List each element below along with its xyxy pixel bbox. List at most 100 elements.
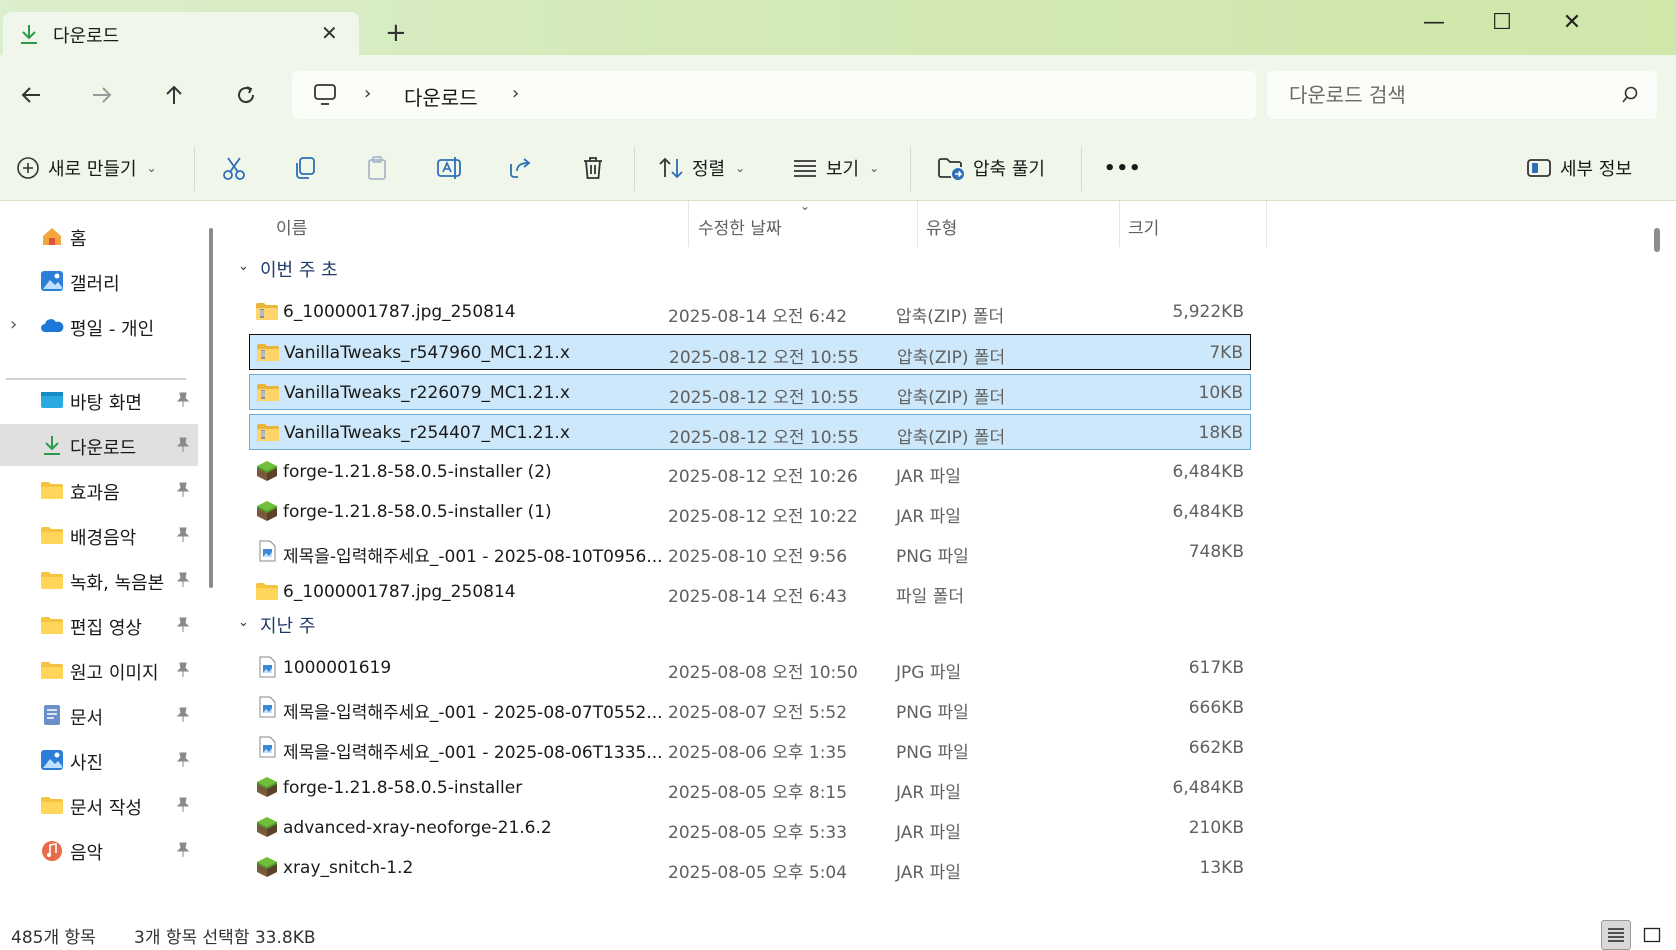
pin-icon[interactable]: [176, 437, 190, 453]
file-name: 제목을-입력해주세요_-001 - 2025-08-07T0552...: [283, 703, 663, 723]
sidebar-item-pictures[interactable]: 사진: [0, 739, 198, 781]
tab-close-icon[interactable]: ✕: [321, 21, 338, 45]
view-button[interactable]: 보기 ⌄: [792, 151, 879, 185]
column-type[interactable]: 유형: [926, 214, 957, 239]
file-row[interactable]: advanced-xray-neoforge-21.6.2 2025-08-05…: [249, 810, 1251, 846]
cut-button[interactable]: [221, 151, 247, 185]
new-button[interactable]: 새로 만들기 ⌄: [16, 151, 157, 185]
pin-icon[interactable]: [176, 797, 190, 813]
details-button[interactable]: 세부 정보: [1526, 151, 1632, 185]
sidebar-item-downloads[interactable]: 다운로드: [0, 424, 198, 466]
share-button[interactable]: [508, 151, 534, 185]
sidebar-item-onedrive[interactable]: › 평일 - 개인: [0, 305, 198, 347]
paste-button[interactable]: [364, 151, 390, 185]
sidebar-scrollbar[interactable]: [209, 228, 213, 588]
breadcrumb-downloads[interactable]: 다운로드: [404, 82, 478, 111]
file-row-selected[interactable]: VanillaTweaks_r547960_MC1.21.x 2025-08-1…: [249, 334, 1251, 370]
group-header-last-week[interactable]: ⌄ 지난 주: [226, 607, 626, 641]
expand-chevron-icon[interactable]: ›: [10, 314, 17, 335]
address-bar[interactable]: › 다운로드 ›: [292, 71, 1256, 119]
pin-icon[interactable]: [176, 842, 190, 858]
sidebar-item-sound-effects[interactable]: 효과음: [0, 469, 198, 511]
sidebar-item-music[interactable]: 음악: [0, 829, 198, 871]
file-type: PNG 파일: [896, 547, 969, 567]
pin-icon[interactable]: [176, 707, 190, 723]
more-options-button[interactable]: •••: [1104, 151, 1142, 185]
file-row[interactable]: forge-1.21.8-58.0.5-installer (2) 2025-0…: [249, 454, 1251, 490]
zip-folder-icon: [256, 303, 278, 320]
column-divider[interactable]: [1266, 201, 1267, 247]
pin-icon[interactable]: [176, 617, 190, 633]
copy-button[interactable]: [292, 151, 318, 185]
file-row[interactable]: 제목을-입력해주세요_-001 - 2025-08-07T0552... 202…: [249, 690, 1251, 726]
sidebar-item-label: 녹화, 녹음본: [70, 573, 165, 594]
search-icon[interactable]: [1621, 86, 1639, 104]
new-label: 새로 만들기: [48, 159, 137, 180]
column-divider[interactable]: [1119, 201, 1120, 247]
zip-folder-icon: [257, 424, 279, 441]
column-divider[interactable]: [917, 201, 918, 247]
sidebar-item-writing[interactable]: 문서 작성: [0, 784, 198, 826]
extract-all-button[interactable]: 압축 풀기: [937, 151, 1045, 185]
tiles-view-icon: [1643, 927, 1661, 943]
file-row[interactable]: xray_snitch-1.2 2025-08-05 오후 5:04 JAR 파…: [249, 850, 1251, 886]
pin-icon[interactable]: [176, 572, 190, 588]
search-box[interactable]: [1267, 71, 1657, 119]
sidebar-item-home[interactable]: 홈: [0, 215, 198, 257]
back-button[interactable]: [14, 78, 48, 112]
up-button[interactable]: [157, 78, 191, 112]
column-name[interactable]: 이름: [276, 214, 307, 239]
file-row[interactable]: forge-1.21.8-58.0.5-installer 2025-08-05…: [249, 770, 1251, 806]
gallery-icon: [41, 271, 63, 291]
breadcrumb-chevron-icon[interactable]: ›: [512, 83, 519, 104]
file-row[interactable]: 제목을-입력해주세요_-001 - 2025-08-06T1335... 202…: [249, 730, 1251, 766]
maximize-button[interactable]: ☐: [1482, 10, 1522, 40]
file-date: 2025-08-05 오후 8:15: [668, 783, 848, 803]
pin-icon[interactable]: [176, 527, 190, 543]
file-row-selected[interactable]: VanillaTweaks_r254407_MC1.21.x 2025-08-1…: [249, 414, 1251, 450]
folder-icon: [41, 572, 63, 589]
delete-button[interactable]: [580, 151, 606, 185]
sidebar-item-edited-videos[interactable]: 편집 영상: [0, 604, 198, 646]
file-list-scrollbar[interactable]: [1654, 228, 1660, 252]
file-row[interactable]: forge-1.21.8-58.0.5-installer (1) 2025-0…: [249, 494, 1251, 530]
pin-icon[interactable]: [176, 662, 190, 678]
new-tab-button[interactable]: +: [385, 20, 407, 46]
sidebar-item-bgm[interactable]: 배경음악: [0, 514, 198, 556]
folder-icon: [256, 583, 278, 600]
file-row[interactable]: 제목을-입력해주세요_-001 - 2025-08-10T0956... 202…: [249, 534, 1251, 570]
minimize-button[interactable]: —: [1414, 10, 1454, 40]
column-divider[interactable]: [688, 201, 689, 247]
close-window-button[interactable]: ✕: [1552, 10, 1592, 40]
sidebar-item-documents[interactable]: 문서: [0, 694, 198, 736]
sidebar-item-recordings[interactable]: 녹화, 녹음본: [0, 559, 198, 601]
search-input[interactable]: [1289, 79, 1609, 111]
file-name: forge-1.21.8-58.0.5-installer (1): [283, 502, 552, 522]
column-date[interactable]: 수정한 날짜: [698, 214, 782, 239]
sidebar-item-draft-images[interactable]: 원고 이미지: [0, 649, 198, 691]
breadcrumb-chevron-icon[interactable]: ›: [364, 83, 371, 104]
tiles-view-button[interactable]: [1637, 920, 1667, 950]
file-row[interactable]: 1000001619 2025-08-08 오전 10:50 JPG 파일 61…: [249, 650, 1251, 686]
pin-icon[interactable]: [176, 392, 190, 408]
collapse-chevron-icon[interactable]: ⌄: [238, 259, 249, 274]
sidebar-item-desktop[interactable]: 바탕 화면: [0, 379, 198, 421]
rename-button[interactable]: [436, 151, 464, 185]
file-type: 압축(ZIP) 폴더: [897, 348, 1006, 368]
view-label: 보기: [826, 159, 860, 180]
file-size: 748KB: [1188, 542, 1244, 562]
column-size[interactable]: 크기: [1128, 214, 1159, 239]
pin-icon[interactable]: [176, 482, 190, 498]
forward-button[interactable]: [85, 78, 119, 112]
sidebar-item-gallery[interactable]: 갤러리: [0, 260, 198, 302]
tab-downloads[interactable]: 다운로드 ✕: [3, 12, 359, 55]
file-row[interactable]: 6_1000001787.jpg_250814 2025-08-14 오전 6:…: [249, 294, 1251, 330]
group-header-this-week[interactable]: ⌄ 이번 주 초: [226, 251, 626, 285]
file-row-selected[interactable]: VanillaTweaks_r226079_MC1.21.x 2025-08-1…: [249, 374, 1251, 410]
details-view-button[interactable]: [1601, 920, 1631, 950]
file-row[interactable]: 6_1000001787.jpg_250814 2025-08-14 오전 6:…: [249, 574, 1251, 610]
pin-icon[interactable]: [176, 752, 190, 768]
collapse-chevron-icon[interactable]: ⌄: [238, 615, 249, 630]
refresh-button[interactable]: [229, 78, 263, 112]
sort-button[interactable]: 정렬 ⌄: [658, 151, 745, 185]
